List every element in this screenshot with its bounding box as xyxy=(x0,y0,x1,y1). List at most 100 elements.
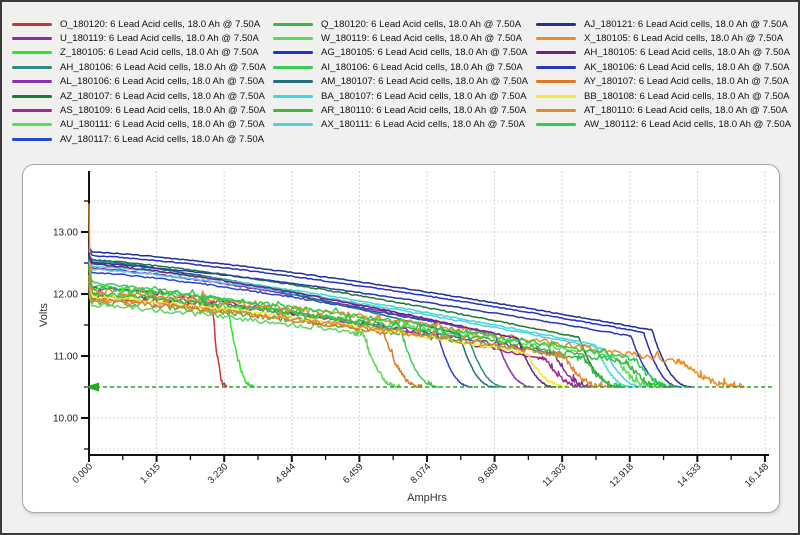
legend-color-swatch xyxy=(273,51,313,55)
y-axis-label: Volts xyxy=(38,303,50,327)
legend-item[interactable]: BA_180107: 6 Lead Acid cells, 18.0 Ah @ … xyxy=(273,89,528,103)
legend-color-swatch xyxy=(273,37,313,41)
legend-column-1: O_180120: 6 Lead Acid cells, 18.0 Ah @ 7… xyxy=(12,17,266,147)
legend-item-label: AY_180107: 6 Lead Acid cells, 18.0 Ah @ … xyxy=(584,76,789,88)
legend-item-label: W_180119: 6 Lead Acid cells, 18.0 Ah @ 7… xyxy=(321,33,523,45)
legend-color-swatch xyxy=(273,94,313,98)
legend-item[interactable]: AT_180110: 6 Lead Acid cells, 18.0 Ah @ … xyxy=(536,103,791,117)
x-tick-label: 11.303 xyxy=(540,461,568,489)
legend-item[interactable]: BB_180108: 6 Lead Acid cells, 18.0 Ah @ … xyxy=(536,89,791,103)
legend-item[interactable]: AW_180112: 6 Lead Acid cells, 18.0 Ah @ … xyxy=(536,118,791,132)
legend-item[interactable]: X_180105: 6 Lead Acid cells, 18.0 Ah @ 7… xyxy=(536,31,791,45)
chart-panel: 13.00 12.00 11.00 10.00 0.000 1.615 3.230 4.844… xyxy=(22,164,780,513)
legend-item[interactable]: AZ_180107: 6 Lead Acid cells, 18.0 Ah @ … xyxy=(12,89,266,103)
x-tick-label: 12.918 xyxy=(608,461,636,489)
legend-item-label: AH_180105: 6 Lead Acid cells, 18.0 Ah @ … xyxy=(584,47,791,59)
legend-color-swatch xyxy=(12,94,52,98)
x-axis-label: AmpHrs xyxy=(407,492,447,504)
y-tick-label: 13.00 xyxy=(53,228,78,239)
x-tick-label: 1.615 xyxy=(138,461,163,486)
legend-color-swatch xyxy=(273,65,313,69)
axis-layer: 13.00 12.00 11.00 10.00 0.000 1.615 3.230 4.844… xyxy=(53,171,771,490)
legend-item[interactable]: AS_180109: 6 Lead Acid cells, 18.0 Ah @ … xyxy=(12,103,266,117)
legend-item-label: Z_180105: 6 Lead Acid cells, 18.0 Ah @ 7… xyxy=(60,47,259,59)
legend-item[interactable]: AV_180117: 6 Lead Acid cells, 18.0 Ah @ … xyxy=(12,132,266,146)
legend-item-label: AU_180111: 6 Lead Acid cells, 18.0 Ah @ … xyxy=(60,119,265,131)
legend-item-label: AI_180106: 6 Lead Acid cells, 18.0 Ah @ … xyxy=(321,61,523,73)
legend-item-label: AR_180110: 6 Lead Acid cells, 18.0 Ah @ … xyxy=(321,105,527,117)
legend-color-swatch xyxy=(536,37,576,41)
legend-color-swatch xyxy=(12,80,52,84)
legend-item-label: AH_180106: 6 Lead Acid cells, 18.0 Ah @ … xyxy=(60,61,267,73)
legend-color-swatch xyxy=(536,51,576,55)
legend-item-label: AL_180106: 6 Lead Acid cells, 18.0 Ah @ … xyxy=(60,76,265,88)
plot-area[interactable]: 13.00 12.00 11.00 10.00 0.000 1.615 3.230 4.844… xyxy=(23,165,779,512)
legend-item-label: BA_180107: 6 Lead Acid cells, 18.0 Ah @ … xyxy=(321,90,527,102)
legend-color-swatch xyxy=(273,123,313,127)
x-tick-label: 3.230 xyxy=(206,461,231,486)
legend-item-label: BB_180108: 6 Lead Acid cells, 18.0 Ah @ … xyxy=(584,90,790,102)
legend-item-label: AS_180109: 6 Lead Acid cells, 18.0 Ah @ … xyxy=(60,105,266,117)
y-tick-label: 10.00 xyxy=(53,414,78,425)
legend-item[interactable]: O_180120: 6 Lead Acid cells, 18.0 Ah @ 7… xyxy=(12,17,266,31)
legend-color-swatch xyxy=(536,80,576,84)
legend-item-label: AT_180110: 6 Lead Acid cells, 18.0 Ah @ … xyxy=(584,105,788,117)
legend-item[interactable]: AL_180106: 6 Lead Acid cells, 18.0 Ah @ … xyxy=(12,75,266,89)
legend-item[interactable]: AX_180111: 6 Lead Acid cells, 18.0 Ah @ … xyxy=(273,118,528,132)
legend-item-label: AW_180112: 6 Lead Acid cells, 18.0 Ah @ … xyxy=(584,119,792,131)
legend-item[interactable]: AM_180107: 6 Lead Acid cells, 18.0 Ah @ … xyxy=(273,75,528,89)
legend-item-label: O_180120: 6 Lead Acid cells, 18.0 Ah @ 7… xyxy=(60,18,261,30)
legend-item[interactable]: AJ_180121: 6 Lead Acid cells, 18.0 Ah @ … xyxy=(536,17,791,31)
legend-item[interactable]: AG_180105: 6 Lead Acid cells, 18.0 Ah @ … xyxy=(273,46,528,60)
legend-item-label: AZ_180107: 6 Lead Acid cells, 18.0 Ah @ … xyxy=(60,90,265,102)
legend-color-swatch xyxy=(12,65,52,69)
x-tick-label: 14.533 xyxy=(675,461,703,489)
legend-item[interactable]: AH_180106: 6 Lead Acid cells, 18.0 Ah @ … xyxy=(12,60,266,74)
legend-color-swatch xyxy=(12,22,52,26)
legend-item-label: AX_180111: 6 Lead Acid cells, 18.0 Ah @ … xyxy=(321,119,526,131)
legend-color-swatch xyxy=(536,22,576,26)
legend-item-label: AM_180107: 6 Lead Acid cells, 18.0 Ah @ … xyxy=(321,76,529,88)
legend-item-label: X_180105: 6 Lead Acid cells, 18.0 Ah @ 7… xyxy=(584,33,784,45)
legend-item[interactable]: AH_180105: 6 Lead Acid cells, 18.0 Ah @ … xyxy=(536,46,791,60)
legend-item[interactable]: AY_180107: 6 Lead Acid cells, 18.0 Ah @ … xyxy=(536,75,791,89)
legend-item[interactable]: AU_180111: 6 Lead Acid cells, 18.0 Ah @ … xyxy=(12,118,266,132)
legend-item-label: U_180119: 6 Lead Acid cells, 18.0 Ah @ 7… xyxy=(60,33,259,45)
legend-item[interactable]: W_180119: 6 Lead Acid cells, 18.0 Ah @ 7… xyxy=(273,31,528,45)
series-line-AJ_180121 xyxy=(88,243,693,388)
legend-color-swatch xyxy=(536,94,576,98)
legend-item[interactable]: AK_180106: 6 Lead Acid cells, 18.0 Ah @ … xyxy=(536,60,791,74)
legend-color-swatch xyxy=(536,123,576,127)
y-tick-label: 11.00 xyxy=(54,352,79,363)
legend-item-label: AK_180106: 6 Lead Acid cells, 18.0 Ah @ … xyxy=(584,61,790,73)
legend-column-2: Q_180120: 6 Lead Acid cells, 18.0 Ah @ 7… xyxy=(273,17,528,132)
x-tick-label: 8.074 xyxy=(409,461,434,486)
legend-item[interactable]: Q_180120: 6 Lead Acid cells, 18.0 Ah @ 7… xyxy=(273,17,528,31)
legend-item[interactable]: AR_180110: 6 Lead Acid cells, 18.0 Ah @ … xyxy=(273,103,528,117)
legend-item-label: Q_180120: 6 Lead Acid cells, 18.0 Ah @ 7… xyxy=(321,18,522,30)
y-tick-label: 12.00 xyxy=(53,290,78,301)
cutoff-arrow-icon xyxy=(85,382,99,392)
legend-item[interactable]: Z_180105: 6 Lead Acid cells, 18.0 Ah @ 7… xyxy=(12,46,266,60)
x-tick-label: 16.148 xyxy=(743,461,771,489)
legend-item-label: AG_180105: 6 Lead Acid cells, 18.0 Ah @ … xyxy=(321,47,528,59)
legend-item[interactable]: AI_180106: 6 Lead Acid cells, 18.0 Ah @ … xyxy=(273,60,528,74)
legend-color-swatch xyxy=(12,137,52,141)
legend-color-swatch xyxy=(12,37,52,41)
legend-color-swatch xyxy=(273,109,313,113)
legend-item[interactable]: U_180119: 6 Lead Acid cells, 18.0 Ah @ 7… xyxy=(12,31,266,45)
grid-layer xyxy=(88,171,775,455)
legend-color-swatch xyxy=(12,109,52,113)
legend-color-swatch xyxy=(12,123,52,127)
battery-analyzer-window: O_180120: 6 Lead Acid cells, 18.0 Ah @ 7… xyxy=(0,0,800,535)
legend-color-swatch xyxy=(536,109,576,113)
legend-column-3: AJ_180121: 6 Lead Acid cells, 18.0 Ah @ … xyxy=(536,17,791,132)
legend-item-label: AJ_180121: 6 Lead Acid cells, 18.0 Ah @ … xyxy=(584,18,788,30)
legend-color-swatch xyxy=(273,22,313,26)
legend-color-swatch xyxy=(273,80,313,84)
x-tick-label: 4.844 xyxy=(273,461,298,486)
x-tick-label: 6.459 xyxy=(341,461,366,486)
x-tick-label: 9.689 xyxy=(476,461,501,486)
x-tick-label: 0.000 xyxy=(71,461,96,486)
legend-color-swatch xyxy=(12,51,52,55)
